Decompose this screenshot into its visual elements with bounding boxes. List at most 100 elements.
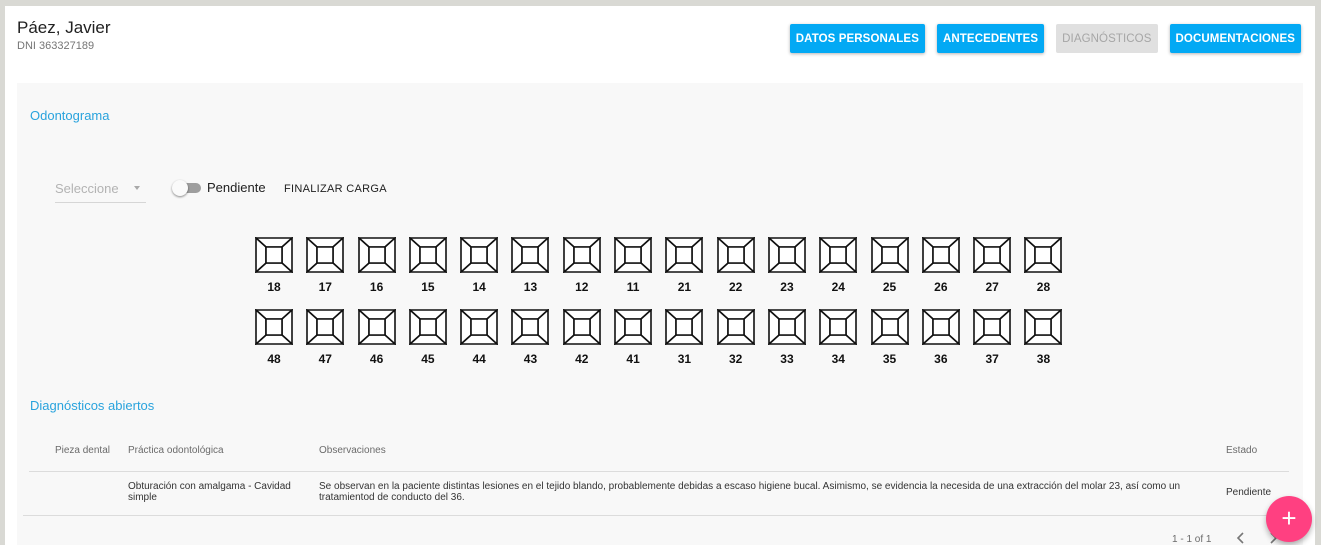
tooth-16[interactable]: 16 bbox=[357, 237, 396, 294]
tooth-31[interactable]: 31 bbox=[665, 309, 704, 366]
toggle-thumb bbox=[172, 180, 188, 196]
tooth-face-center[interactable] bbox=[367, 246, 386, 264]
tooth-face-center[interactable] bbox=[880, 318, 899, 336]
tooth-face-center[interactable] bbox=[932, 318, 950, 336]
tooth-face-center[interactable] bbox=[419, 246, 437, 264]
tooth-46[interactable]: 46 bbox=[357, 309, 396, 366]
tooth-35[interactable]: 35 bbox=[870, 309, 909, 366]
tooth-face-center[interactable] bbox=[675, 318, 694, 336]
tooth-face-center[interactable] bbox=[367, 318, 386, 336]
tooth-12[interactable]: 12 bbox=[562, 237, 601, 294]
column-header-pieza: Pieza dental bbox=[29, 430, 119, 472]
tooth-44[interactable]: 44 bbox=[460, 309, 499, 366]
tooth-face-center[interactable] bbox=[624, 246, 642, 264]
tooth-34[interactable]: 34 bbox=[819, 309, 858, 366]
tooth-shape-icon bbox=[716, 309, 755, 345]
tooth-state-select[interactable]: Seleccione bbox=[55, 180, 146, 203]
tooth-45[interactable]: 45 bbox=[408, 309, 447, 366]
tooth-27[interactable]: 27 bbox=[973, 237, 1012, 294]
tab-datos-personales[interactable]: DATOS PERSONALES bbox=[789, 24, 925, 53]
tooth-36[interactable]: 36 bbox=[921, 309, 960, 366]
tooth-32[interactable]: 32 bbox=[716, 309, 755, 366]
tooth-number: 45 bbox=[421, 352, 435, 366]
tooth-47[interactable]: 47 bbox=[306, 309, 345, 366]
tooth-shape-icon bbox=[870, 237, 909, 273]
tooth-shape-icon bbox=[767, 237, 806, 273]
tooth-face-center[interactable] bbox=[419, 318, 437, 336]
tooth-number: 32 bbox=[728, 352, 743, 366]
tooth-face-center[interactable] bbox=[265, 318, 283, 336]
tooth-face-center[interactable] bbox=[983, 246, 1001, 264]
tooth-38[interactable]: 38 bbox=[1024, 309, 1063, 366]
tooth-shape-icon bbox=[921, 309, 960, 345]
tooth-22[interactable]: 22 bbox=[716, 237, 755, 294]
tooth-number: 22 bbox=[728, 280, 743, 294]
tooth-face-center[interactable] bbox=[1034, 246, 1053, 264]
tooth-face-center[interactable] bbox=[572, 318, 591, 336]
tooth-face-center[interactable] bbox=[778, 246, 796, 264]
finalizar-carga-button[interactable]: FINALIZAR CARGA bbox=[284, 183, 387, 195]
tooth-face-center[interactable] bbox=[521, 318, 540, 336]
tooth-48[interactable]: 48 bbox=[255, 309, 293, 366]
tooth-face-center[interactable] bbox=[1034, 318, 1053, 336]
chevron-left-icon[interactable] bbox=[1233, 530, 1249, 545]
tabs-bar: DATOS PERSONALES ANTECEDENTES DIAGNÓSTIC… bbox=[789, 24, 1301, 53]
tooth-face-center[interactable] bbox=[265, 246, 283, 264]
pendiente-toggle[interactable] bbox=[172, 180, 201, 196]
tooth-shape-icon bbox=[1024, 237, 1063, 273]
tooth-15[interactable]: 15 bbox=[408, 237, 447, 294]
tooth-face-center[interactable] bbox=[829, 318, 848, 336]
tooth-13[interactable]: 13 bbox=[511, 237, 550, 294]
tooth-shape-icon bbox=[357, 237, 396, 273]
tooth-face-center[interactable] bbox=[778, 318, 796, 336]
tooth-number: 46 bbox=[369, 352, 384, 366]
tooth-face-center[interactable] bbox=[470, 318, 488, 336]
tab-documentaciones[interactable]: DOCUMENTACIONES bbox=[1169, 24, 1301, 53]
tooth-shape-icon bbox=[767, 309, 806, 345]
tooth-face-center[interactable] bbox=[880, 246, 899, 264]
tooth-number: 26 bbox=[934, 280, 948, 294]
tooth-number: 24 bbox=[831, 280, 845, 294]
table-row[interactable]: Obturación con amalgama - Cavidad simple… bbox=[29, 471, 1289, 513]
select-placeholder: Seleccione bbox=[55, 181, 119, 196]
tooth-face-center[interactable] bbox=[521, 246, 540, 264]
tooth-number: 25 bbox=[882, 280, 897, 294]
tooth-25[interactable]: 25 bbox=[870, 237, 909, 294]
tooth-face-center[interactable] bbox=[675, 246, 694, 264]
tooth-face-center[interactable] bbox=[470, 246, 488, 264]
plus-icon: + bbox=[1281, 503, 1297, 533]
tooth-43[interactable]: 43 bbox=[511, 309, 550, 366]
tooth-face-center[interactable] bbox=[316, 246, 335, 264]
tooth-37[interactable]: 37 bbox=[973, 309, 1012, 366]
lower-teeth-row: 48 47 46 45 44 43 42 41 31 32 33 34 35 36 37 38 bbox=[255, 309, 1063, 366]
tooth-11[interactable]: 11 bbox=[614, 237, 653, 294]
tooth-24[interactable]: 24 bbox=[819, 237, 858, 294]
tooth-number: 38 bbox=[1036, 352, 1051, 366]
tooth-face-center[interactable] bbox=[726, 246, 745, 264]
tooth-41[interactable]: 41 bbox=[614, 309, 653, 366]
tooth-shape-icon bbox=[1024, 309, 1063, 345]
tooth-number: 14 bbox=[472, 280, 486, 294]
tooth-face-center[interactable] bbox=[624, 318, 642, 336]
tooth-42[interactable]: 42 bbox=[562, 309, 601, 366]
tooth-shape-icon bbox=[408, 237, 447, 273]
tooth-face-center[interactable] bbox=[572, 246, 591, 264]
tooth-face-center[interactable] bbox=[829, 246, 848, 264]
tooth-face-center[interactable] bbox=[932, 246, 950, 264]
tooth-17[interactable]: 17 bbox=[306, 237, 345, 294]
tooth-33[interactable]: 33 bbox=[767, 309, 806, 366]
tab-antecedentes[interactable]: ANTECEDENTES bbox=[936, 24, 1045, 53]
tooth-26[interactable]: 26 bbox=[921, 237, 960, 294]
tooth-18[interactable]: 18 bbox=[255, 237, 293, 294]
tooth-face-center[interactable] bbox=[726, 318, 745, 336]
tooth-shape-icon bbox=[973, 309, 1012, 345]
tooth-28[interactable]: 28 bbox=[1024, 237, 1063, 294]
tooth-face-center[interactable] bbox=[983, 318, 1001, 336]
add-diagnostico-button[interactable]: + bbox=[1266, 496, 1312, 542]
tooth-number: 27 bbox=[985, 280, 999, 294]
tooth-21[interactable]: 21 bbox=[665, 237, 704, 294]
tooth-face-center[interactable] bbox=[316, 318, 335, 336]
tooth-23[interactable]: 23 bbox=[767, 237, 806, 294]
tooth-14[interactable]: 14 bbox=[460, 237, 499, 294]
tooth-shape-icon bbox=[306, 309, 345, 345]
